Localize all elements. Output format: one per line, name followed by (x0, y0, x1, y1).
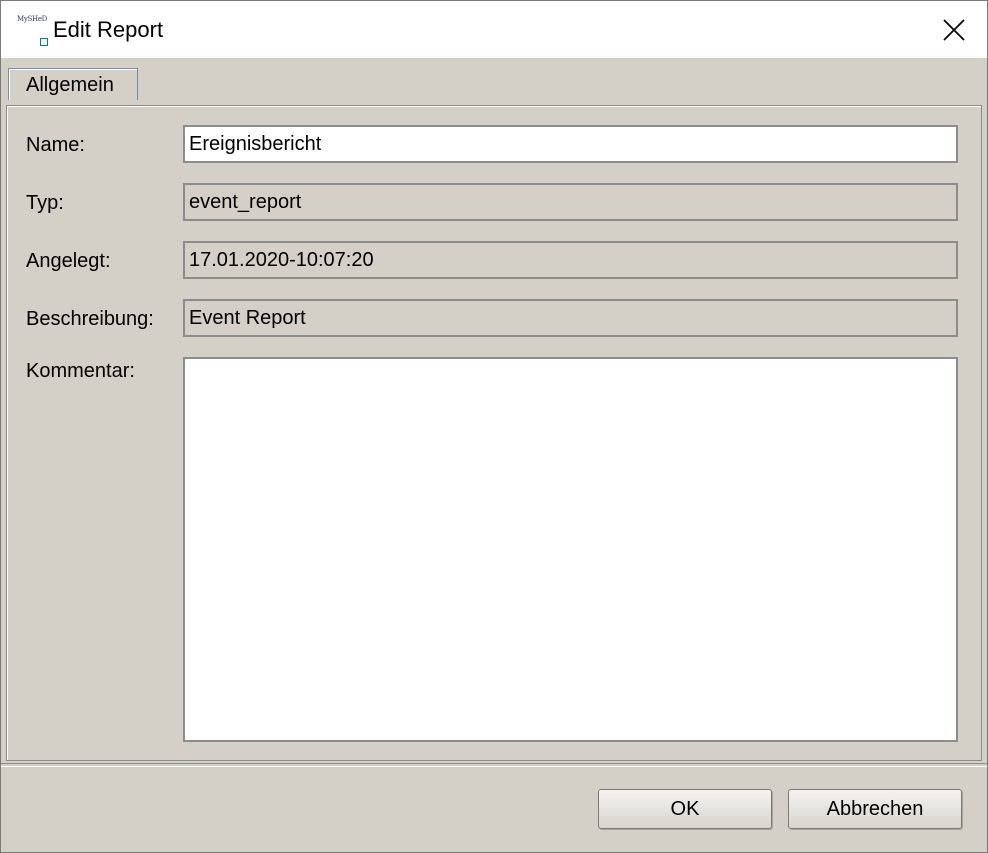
app-logo-mark (40, 38, 48, 46)
angelegt-label: Angelegt: (26, 250, 111, 272)
name-label: Name: (26, 134, 85, 156)
beschreibung-label: Beschreibung: (26, 308, 154, 330)
app-logo-text: MySHeD (17, 15, 47, 23)
typ-field: event_report (183, 183, 958, 221)
beschreibung-field: Event Report (183, 299, 958, 337)
typ-label: Typ: (26, 192, 64, 214)
angelegt-value: 17.01.2020-10:07:20 (189, 249, 374, 271)
cancel-button[interactable]: Abbrechen (788, 789, 962, 829)
tab-strip: Allgemein (1, 58, 987, 102)
close-button[interactable] (933, 11, 975, 49)
name-field[interactable]: Ereignisbericht (183, 125, 958, 163)
app-logo-icon: MySHeD (15, 15, 49, 47)
ok-button[interactable]: OK (598, 789, 772, 829)
title-bar[interactable]: MySHeD Edit Report (1, 1, 987, 58)
name-value: Ereignisbericht (189, 133, 322, 155)
footer-divider (1, 763, 987, 767)
kommentar-label: Kommentar: (26, 360, 135, 382)
close-icon (943, 19, 965, 41)
tab-allgemein-label: Allgemein (26, 74, 114, 96)
beschreibung-value: Event Report (189, 307, 306, 329)
kommentar-textarea[interactable] (183, 357, 958, 742)
tab-allgemein[interactable]: Allgemein (8, 68, 138, 100)
edit-report-dialog: MySHeD Edit Report Allgemein Name: Ereig… (0, 0, 988, 853)
window-title: Edit Report (53, 17, 164, 42)
general-panel: Name: Ereignisbericht Typ: event_report … (6, 105, 982, 761)
angelegt-field: 17.01.2020-10:07:20 (183, 241, 958, 279)
typ-value: event_report (189, 191, 302, 213)
